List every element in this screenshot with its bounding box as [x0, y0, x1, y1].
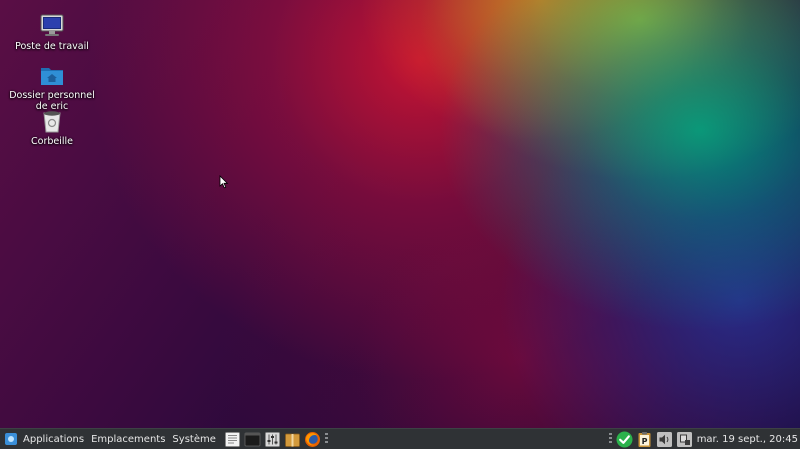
- text-editor-icon[interactable]: [224, 431, 241, 448]
- menu-places[interactable]: Emplacements: [89, 434, 167, 445]
- update-ok-icon[interactable]: [616, 431, 633, 448]
- computer-icon: [39, 13, 65, 39]
- desktop-icon-trash[interactable]: Corbeille: [7, 108, 97, 147]
- bottom-panel: Applications Emplacements Système P mar.…: [0, 428, 800, 449]
- firefox-icon[interactable]: [304, 431, 321, 448]
- tray-drag-handle[interactable]: [608, 433, 612, 445]
- desktop-icon-computer[interactable]: Poste de travail: [7, 13, 97, 52]
- panel-right-section: P mar. 19 sept., 20:45: [605, 429, 798, 449]
- home-folder-icon: [39, 62, 65, 88]
- panel-left-section: Applications Emplacements Système: [5, 429, 328, 449]
- mouse-pointer-icon: [219, 175, 229, 189]
- desktop-icon-label: Corbeille: [31, 136, 73, 147]
- menu-system[interactable]: Système: [170, 434, 217, 445]
- applications-logo-icon[interactable]: [5, 433, 17, 445]
- clipboard-icon[interactable]: P: [636, 431, 653, 448]
- panel-drag-handle[interactable]: [324, 433, 328, 445]
- desktop-icon-home-folder[interactable]: Dossier personnel de eric: [7, 62, 97, 112]
- clock[interactable]: mar. 19 sept., 20:45: [697, 434, 798, 445]
- svg-text:P: P: [641, 436, 647, 445]
- settings-mixer-icon[interactable]: [264, 431, 281, 448]
- menu-applications[interactable]: Applications: [21, 434, 86, 445]
- archive-box-icon[interactable]: [284, 431, 301, 448]
- terminal-icon[interactable]: [244, 431, 261, 448]
- volume-icon[interactable]: [656, 431, 673, 448]
- trash-icon: [39, 108, 65, 134]
- desktop-background: Poste de travail Dossier personnel de er…: [0, 0, 800, 428]
- network-icon[interactable]: [676, 431, 693, 448]
- desktop-icon-label: Poste de travail: [15, 41, 89, 52]
